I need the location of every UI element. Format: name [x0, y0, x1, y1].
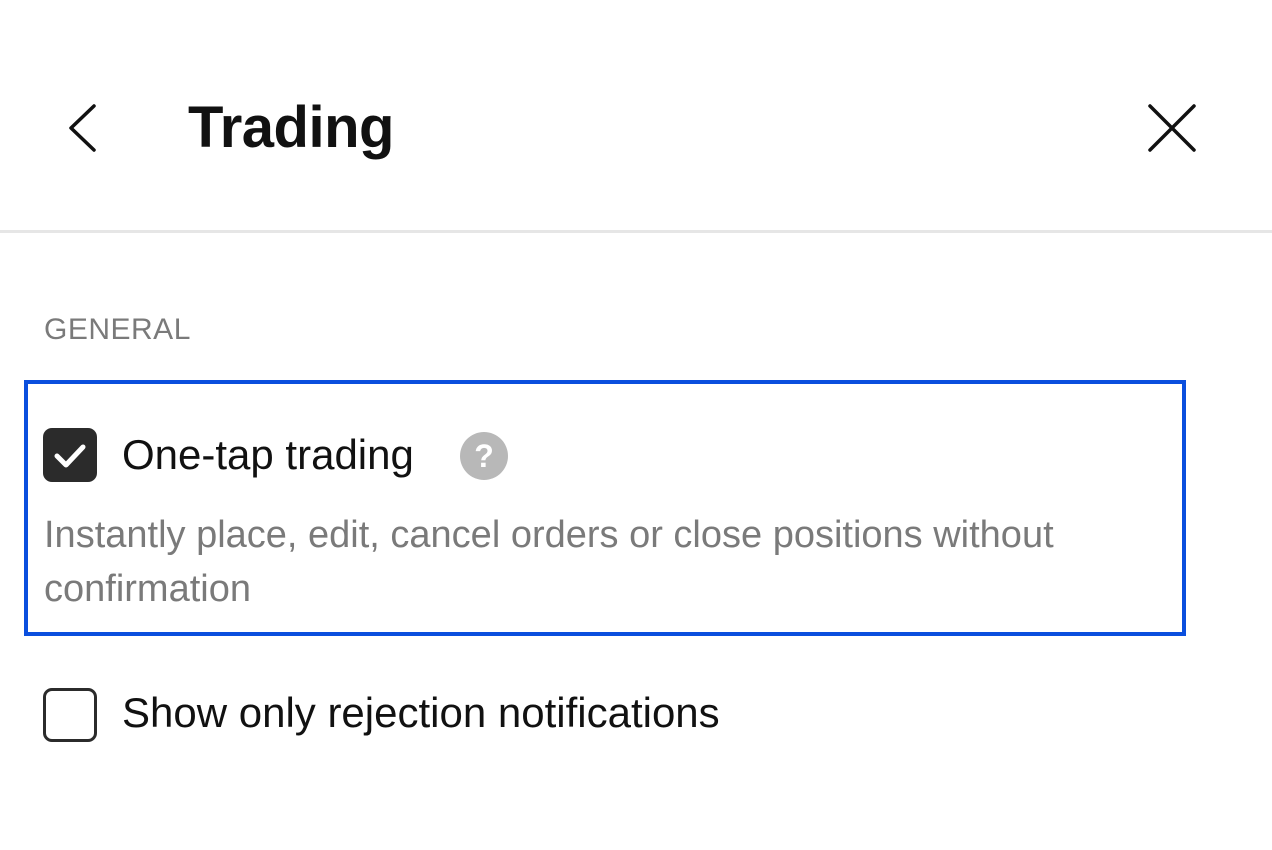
chevron-left-icon	[69, 104, 96, 152]
section-label-general: GENERAL	[44, 313, 191, 346]
one-tap-trading-checkbox[interactable]	[43, 428, 97, 482]
trading-settings-page: Trading GENERAL One-tap trading ? Instan…	[0, 0, 1272, 850]
close-icon	[1148, 104, 1196, 152]
header-bar: Trading	[0, 0, 1272, 233]
rejection-notifications-label[interactable]: Show only rejection notifications	[122, 688, 720, 738]
one-tap-trading-label[interactable]: One-tap trading	[122, 430, 414, 480]
question-mark-icon[interactable]: ?	[460, 432, 508, 480]
setting-one-tap-trading: One-tap trading ? Instantly place, edit,…	[24, 380, 1186, 636]
back-button[interactable]	[54, 96, 114, 160]
checkmark-icon	[54, 444, 86, 468]
rejection-notifications-checkbox[interactable]	[43, 688, 97, 742]
page-title: Trading	[188, 95, 394, 160]
close-button[interactable]	[1140, 98, 1204, 162]
one-tap-trading-description: Instantly place, edit, cancel orders or …	[44, 514, 1054, 610]
